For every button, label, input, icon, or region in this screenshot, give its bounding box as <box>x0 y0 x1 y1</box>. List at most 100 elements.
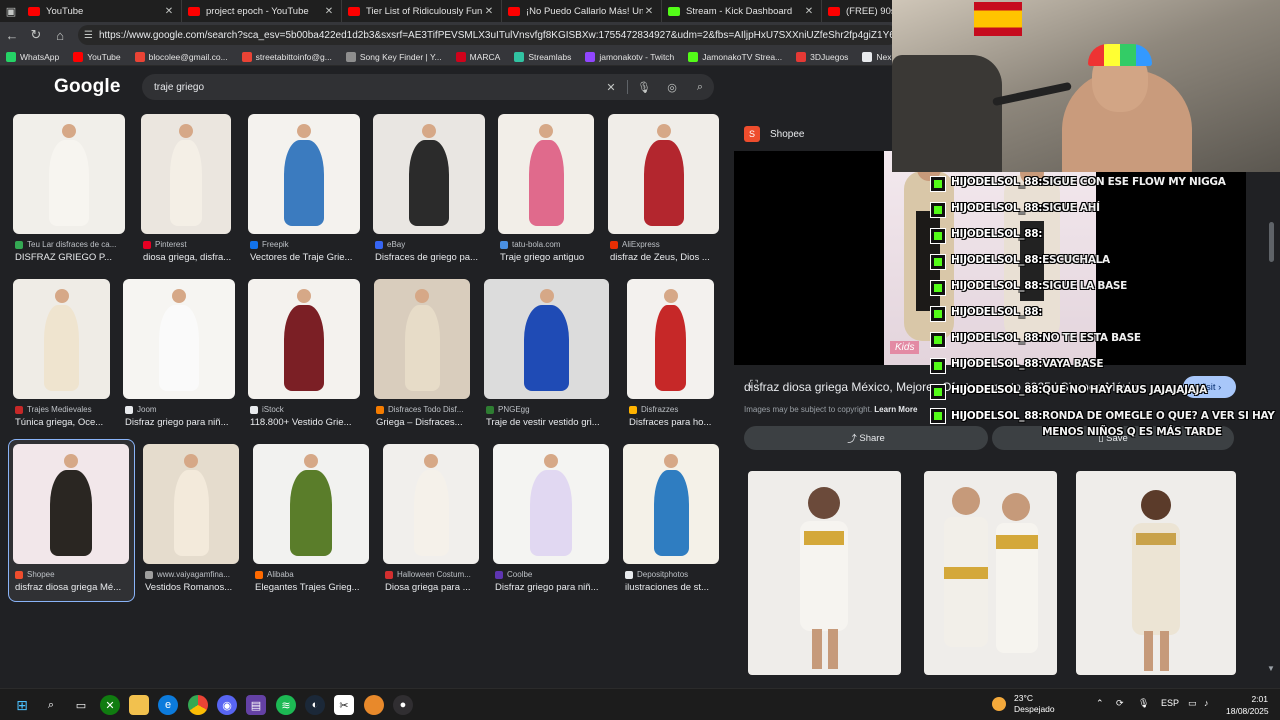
image-result-card[interactable]: PNGEgg Traje de vestir vestido gri... <box>484 279 609 433</box>
image-result-card[interactable]: AliExpress disfraz de Zeus, Dios ... <box>608 114 719 268</box>
result-source[interactable]: Depositphotos <box>625 570 721 579</box>
result-source[interactable]: www.vaiyagamfina... <box>145 570 241 579</box>
result-title[interactable]: Traje de vestir vestido gri... <box>486 417 611 428</box>
image-result-card[interactable]: Pinterest diosa griega, disfra... <box>141 114 231 268</box>
bookmark-item[interactable]: 3DJuegos <box>796 51 848 62</box>
result-source[interactable]: tatu-bola.com <box>500 240 596 249</box>
result-title[interactable]: Disfraces para ho... <box>629 417 716 428</box>
result-thumbnail[interactable] <box>608 114 719 234</box>
search-icon[interactable]: ⌕ <box>41 695 61 715</box>
close-tab-icon[interactable]: ✕ <box>483 6 495 17</box>
result-source[interactable]: Disfraces Todo Disf... <box>376 405 472 414</box>
image-result-card[interactable]: Freepik Vectores de Traje Grie... <box>248 114 360 268</box>
tab-project-epoch[interactable]: project epoch - YouTube ✕ <box>182 0 342 22</box>
result-title[interactable]: Vestidos Romanos... <box>145 582 241 593</box>
image-result-card[interactable]: Depositphotos ilustraciones de st... <box>623 444 719 598</box>
tab-youtube[interactable]: YouTube ✕ <box>22 0 182 22</box>
bookmark-item[interactable]: Song Key Finder | Y... <box>345 51 442 62</box>
result-source[interactable]: AliExpress <box>610 240 721 249</box>
tab-tier-list[interactable]: Tier List of Ridiculously Fun Class ✕ <box>342 0 502 22</box>
result-thumbnail[interactable] <box>248 279 360 399</box>
learn-more-link[interactable]: Learn More <box>874 405 917 414</box>
related-image[interactable] <box>924 471 1057 675</box>
result-source[interactable]: Teu Lar disfraces de ca... <box>15 240 127 249</box>
bookmark-item[interactable]: YouTube <box>73 51 121 62</box>
result-thumbnail[interactable] <box>13 444 129 564</box>
result-thumbnail[interactable] <box>13 279 110 399</box>
result-thumbnail[interactable] <box>141 114 231 234</box>
xbox-icon[interactable]: ✕ <box>100 695 120 715</box>
result-source[interactable]: Pinterest <box>143 240 233 249</box>
bookmark-item[interactable]: WhatsApp <box>6 51 59 62</box>
language-indicator[interactable]: ESP <box>1161 698 1179 708</box>
back-arrow-icon[interactable]: ← <box>0 23 24 47</box>
weather-widget[interactable]: 23°C Despejado <box>992 693 1055 715</box>
result-thumbnail[interactable] <box>484 279 609 399</box>
related-image[interactable] <box>748 471 901 675</box>
result-source[interactable]: Halloween Costum... <box>385 570 481 579</box>
result-source[interactable]: Disfrazzes <box>629 405 716 414</box>
image-result-card[interactable]: tatu-bola.com Traje griego antiguo <box>498 114 594 268</box>
result-source[interactable]: PNGEgg <box>486 405 611 414</box>
home-icon[interactable]: ⌂ <box>48 23 72 47</box>
site-info-icon[interactable]: ☰ <box>84 30 93 41</box>
result-source[interactable]: Shopee <box>15 570 131 579</box>
capcut-icon[interactable]: ✂ <box>334 695 354 715</box>
file-explorer-icon[interactable] <box>129 695 149 715</box>
close-tab-icon[interactable]: ✕ <box>643 6 655 17</box>
search-input[interactable]: traje griego <box>154 82 597 93</box>
windows-start-icon[interactable]: ⊞ <box>12 695 32 715</box>
preview-source[interactable]: S Shopee <box>744 126 804 142</box>
result-title[interactable]: DISFRAZ GRIEGO P... <box>15 252 127 263</box>
result-thumbnail[interactable] <box>248 114 360 234</box>
twitch-icon[interactable]: ▤ <box>246 695 266 715</box>
related-image[interactable] <box>1076 471 1236 675</box>
result-source[interactable]: eBay <box>375 240 487 249</box>
bookmark-item[interactable]: MARCA <box>455 51 500 62</box>
microphone-icon[interactable]: 🎙 <box>630 81 658 94</box>
result-source[interactable]: Alibaba <box>255 570 371 579</box>
result-title[interactable]: Disfraz griego para niñ... <box>125 417 237 428</box>
search-icon[interactable]: ⌕ <box>686 81 714 94</box>
edge-icon[interactable]: e <box>158 695 178 715</box>
result-title[interactable]: Disfraz griego para niñ... <box>495 582 611 593</box>
volume-icon[interactable]: ♪ <box>1204 698 1209 708</box>
clear-icon[interactable]: ✕ <box>597 81 625 94</box>
result-title[interactable]: diosa griega, disfra... <box>143 252 233 263</box>
bookmark-item[interactable]: blocolee@gmail.co... <box>134 51 228 62</box>
result-thumbnail[interactable] <box>123 279 235 399</box>
image-result-card[interactable]: Trajes Medievales Túnica griega, Oce... <box>13 279 110 433</box>
spotify-icon[interactable]: ≋ <box>276 695 296 715</box>
image-result-card[interactable]: Disfraces Todo Disf... Griega – Disfraces… <box>374 279 470 433</box>
result-source[interactable]: Trajes Medievales <box>15 405 112 414</box>
result-source[interactable]: iStock <box>250 405 362 414</box>
reload-icon[interactable]: ↻ <box>24 23 48 47</box>
result-title[interactable]: Griega – Disfraces... <box>376 417 472 428</box>
image-result-card[interactable]: iStock 118.800+ Vestido Grie... <box>248 279 360 433</box>
result-title[interactable]: Elegantes Trajes Grieg... <box>255 582 371 593</box>
result-source[interactable]: Joom <box>125 405 237 414</box>
scroll-down-arrow-icon[interactable]: ▼ <box>1267 664 1275 673</box>
result-title[interactable]: disfraz diosa griega Mé... <box>15 582 131 593</box>
result-title[interactable]: Disfraces de griego pa... <box>375 252 487 263</box>
camera-lens-icon[interactable]: ◎ <box>658 81 686 94</box>
result-title[interactable]: Vectores de Traje Grie... <box>250 252 362 263</box>
image-result-card[interactable]: Teu Lar disfraces de ca... DISFRAZ GRIEGO… <box>13 114 125 268</box>
chevron-up-icon[interactable]: ⌃ <box>1096 698 1104 709</box>
steam-icon[interactable]: ◐ <box>305 695 325 715</box>
firefox-icon[interactable] <box>364 695 384 715</box>
close-tab-icon[interactable]: ✕ <box>323 6 335 17</box>
network-icon[interactable]: ▭ <box>1188 698 1197 709</box>
result-thumbnail[interactable] <box>143 444 239 564</box>
result-thumbnail[interactable] <box>623 444 719 564</box>
bookmark-item[interactable]: jamonakotv - Twitch <box>585 51 674 62</box>
result-title[interactable]: ilustraciones de st... <box>625 582 721 593</box>
tab-actions-icon[interactable]: ▣ <box>0 0 22 22</box>
result-thumbnail[interactable] <box>627 279 714 399</box>
image-result-card[interactable]: Joom Disfraz griego para niñ... <box>123 279 235 433</box>
image-result-card[interactable]: Disfrazzes Disfraces para ho... <box>627 279 714 433</box>
image-result-card[interactable]: Shopee disfraz diosa griega Mé... <box>13 444 129 598</box>
image-result-card[interactable]: Alibaba Elegantes Trajes Grieg... <box>253 444 369 598</box>
discord-icon[interactable]: ◉ <box>217 695 237 715</box>
image-result-card[interactable]: Coolbe Disfraz griego para niñ... <box>493 444 609 598</box>
